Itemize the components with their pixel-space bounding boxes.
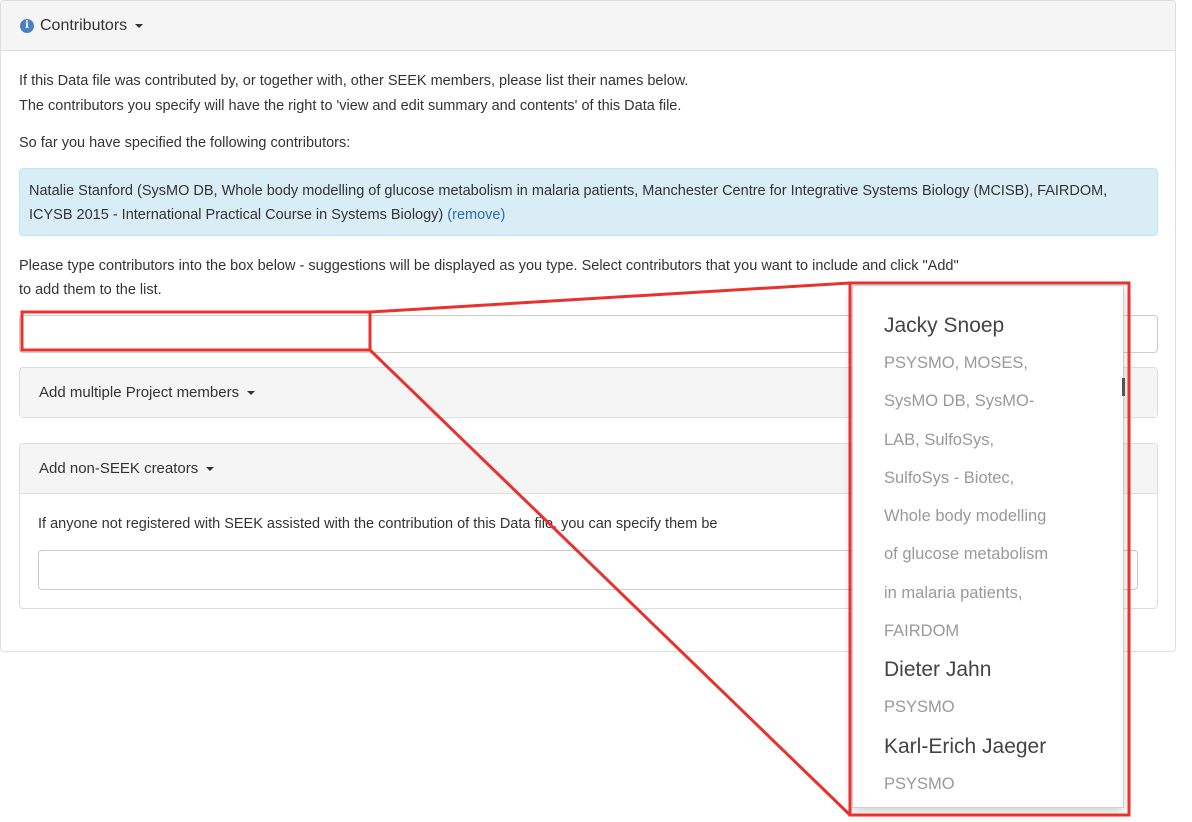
suggestion-project-line: SulfoSys - Biotec,: [884, 468, 1015, 487]
suggestion-name: Jacky Snoep: [884, 314, 1005, 337]
add-multiple-members-label: Add multiple Project members: [39, 384, 240, 401]
suggestion-project-line: Whole body modelling: [884, 507, 1047, 526]
suggestions-dropdown: Jacky Snoep PSYSMO, MOSES, SysMO DB, SysMO…: [852, 285, 1124, 808]
contributor-entry: Natalie Stanford (SysMO DB, Whole body m…: [29, 183, 1108, 223]
suggestion-projects: PSYSMO, MOSES, SysMO DB, SysMO- LAB, Sulfo…: [884, 344, 1104, 650]
non-seek-creators-label: Add non-SEEK creators: [39, 460, 199, 477]
intro-text-line2: The contributors you specify will have t…: [19, 98, 682, 114]
suggestions-list: Jacky Snoep PSYSMO, MOSES, SysMO DB, SysMO…: [884, 312, 1104, 807]
caret-down-icon: [135, 23, 144, 28]
suggestion-projects: PSYSMO: [884, 765, 1104, 803]
specified-contributors-box: Natalie Stanford (SysMO DB, Whole body m…: [19, 168, 1158, 236]
suggestion-project-line: PSYSMO: [884, 774, 955, 793]
remove-contributor-link[interactable]: (remove): [447, 207, 505, 223]
suggestion-name: Dieter Jahn: [884, 658, 992, 682]
contributors-panel-heading[interactable]: i Contributors: [1, 1, 1175, 51]
suggestion-project-line: PSYSMO, MOSES,: [884, 354, 1028, 372]
caret-down-icon: [206, 466, 215, 471]
dropdown-scrollbar[interactable]: [1122, 378, 1125, 396]
caret-down-icon: [247, 390, 256, 395]
intro-text-line1: If this Data file was contributed by, or…: [19, 73, 689, 89]
suggestion-project-line: SysMO DB, SysMO-: [884, 392, 1035, 411]
suggestion-project-line: LAB, SulfoSys,: [884, 430, 995, 449]
suggestion-item[interactable]: Dieter Jahn PSYSMO: [884, 656, 1104, 726]
instructions-line1: Please type contributors into the box be…: [19, 258, 959, 274]
suggestion-project-line: FAIRDOM: [884, 622, 960, 641]
suggestion-project-line: in malaria patients,: [884, 583, 1023, 602]
instructions-line2: to add them to the list.: [19, 282, 162, 298]
so-far-text: So far you have specified the following …: [19, 135, 351, 151]
suggestion-name: Karl-Erich Jaeger: [884, 734, 1047, 758]
info-icon: i: [20, 18, 34, 33]
non-seek-help-text: If anyone not registered with SEEK assis…: [38, 516, 718, 532]
suggestion-item[interactable]: Karl-Erich Jaeger PSYSMO: [884, 733, 1104, 803]
suggestion-item[interactable]: Jacky Snoep PSYSMO, MOSES, SysMO DB, SysMO…: [884, 312, 1104, 650]
suggestion-project-line: PSYSMO: [884, 698, 955, 717]
suggestion-project-line: of glucose metabolism: [884, 545, 1049, 564]
suggestion-projects: PSYSMO: [884, 688, 1104, 726]
panel-title: Contributors: [40, 16, 128, 34]
